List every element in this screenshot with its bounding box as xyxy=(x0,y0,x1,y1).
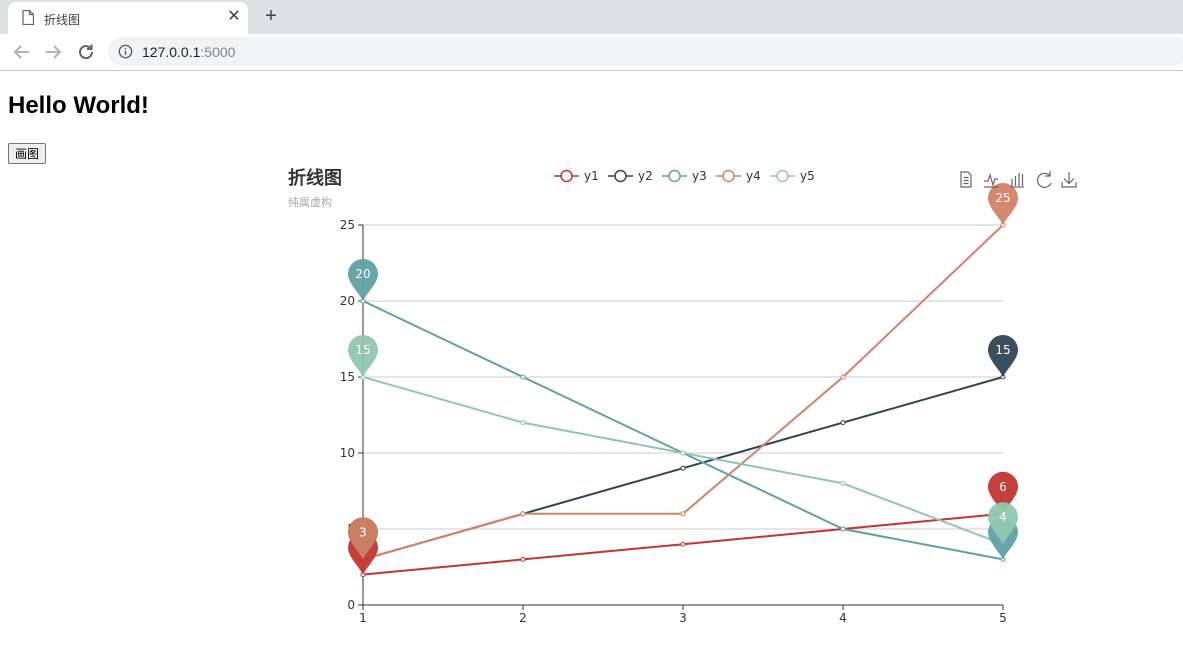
x-tick-label: 2 xyxy=(519,611,527,625)
data-point xyxy=(840,374,846,380)
markpoint-label: 4 xyxy=(999,510,1007,524)
y-tick-label: 20 xyxy=(340,294,355,308)
y-tick-label: 0 xyxy=(347,598,355,612)
legend-item-y1[interactable]: y1 xyxy=(554,169,599,183)
chart-title: 折线图 xyxy=(288,167,342,189)
markpoint-label: 15 xyxy=(995,343,1010,357)
chart-series xyxy=(360,222,1006,578)
legend-item-y2[interactable]: y2 xyxy=(608,169,653,183)
data-view-icon[interactable] xyxy=(960,171,972,188)
line-chart: 折线图 纯属虚构 051015202512345 26315203325154 … xyxy=(288,167,1077,625)
legend-label: y3 xyxy=(692,169,707,183)
legend-item-y4[interactable]: y4 xyxy=(716,169,761,183)
markpoint-label: 6 xyxy=(999,480,1007,494)
data-point xyxy=(520,511,526,517)
data-point xyxy=(520,374,526,380)
data-point xyxy=(520,556,526,562)
markpoint-label: 15 xyxy=(355,343,370,357)
chart-axes: 051015202512345 xyxy=(340,218,1007,625)
data-point xyxy=(680,511,686,517)
chart-legend: y1 y2 y3 y4 y5 xyxy=(554,169,815,183)
legend-item-y3[interactable]: y3 xyxy=(662,169,707,183)
markpoint-label: 25 xyxy=(995,191,1010,205)
series-line-y4 xyxy=(362,224,1004,561)
data-point xyxy=(680,450,686,456)
save-image-icon[interactable] xyxy=(1061,172,1077,188)
data-point xyxy=(840,480,846,486)
data-point xyxy=(840,420,846,426)
data-point xyxy=(840,526,846,532)
legend-label: y4 xyxy=(746,169,761,183)
restore-icon[interactable] xyxy=(1036,171,1052,188)
series-line-y5 xyxy=(362,376,1004,546)
legend-label: y2 xyxy=(638,169,653,183)
x-tick-label: 4 xyxy=(839,611,847,625)
legend-marker xyxy=(722,169,735,183)
y-tick-label: 15 xyxy=(340,370,355,384)
y-tick-label: 10 xyxy=(340,446,355,460)
legend-marker xyxy=(776,169,789,183)
data-point xyxy=(680,465,686,471)
legend-item-y5[interactable]: y5 xyxy=(770,169,815,183)
markpoint-label: 20 xyxy=(355,267,370,281)
bar-chart-switch-icon[interactable] xyxy=(1010,173,1024,188)
series-line-y3 xyxy=(362,300,1004,561)
legend-marker xyxy=(668,169,681,183)
chart-toolbox xyxy=(960,171,1077,188)
y-tick-label: 25 xyxy=(340,218,355,232)
chart-subtitle: 纯属虚构 xyxy=(288,195,332,209)
chart-grid xyxy=(363,224,1003,530)
legend-marker xyxy=(560,169,573,183)
markpoint-label: 3 xyxy=(359,525,367,539)
legend-marker xyxy=(614,169,627,183)
x-tick-label: 5 xyxy=(999,611,1007,625)
data-point xyxy=(680,541,686,547)
legend-label: y1 xyxy=(584,169,599,183)
legend-label: y5 xyxy=(800,169,815,183)
x-tick-label: 1 xyxy=(359,611,367,625)
data-point xyxy=(520,420,526,426)
x-tick-label: 3 xyxy=(679,611,687,625)
